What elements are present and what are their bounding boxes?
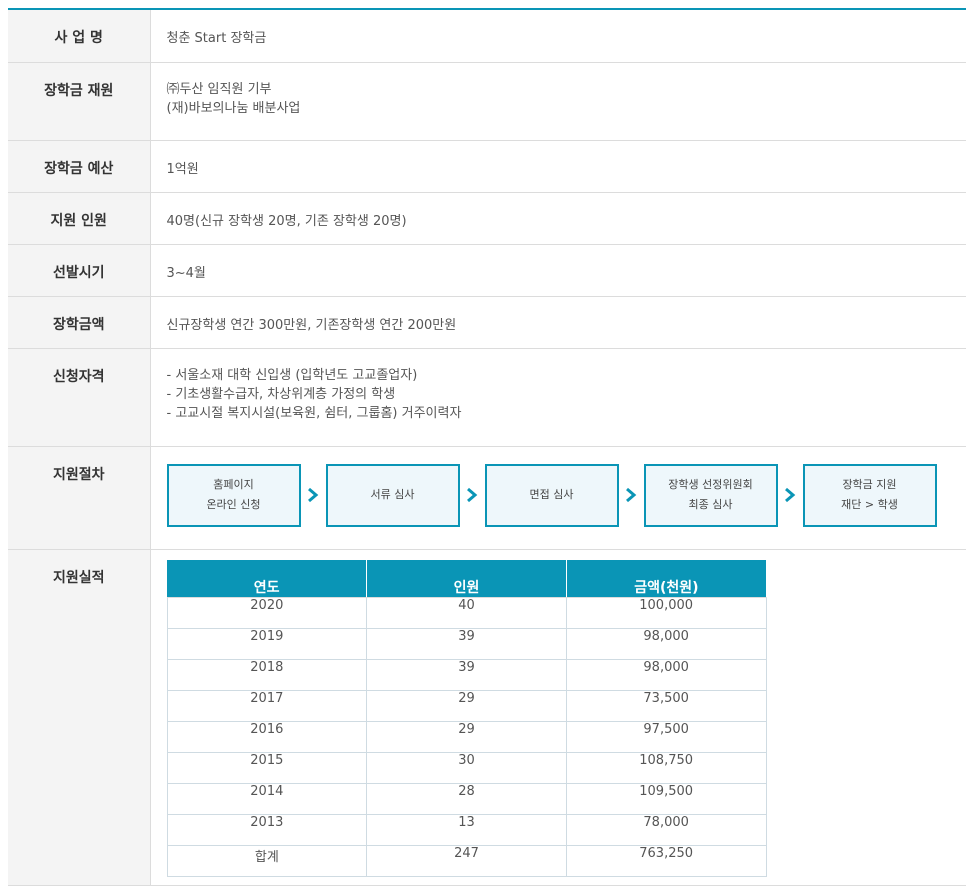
label-amount: 장학금액 <box>8 296 151 349</box>
label-eligibility: 신청자격 <box>8 348 151 447</box>
chevron-right-icon <box>460 487 485 503</box>
cell-amount: 763,250 <box>565 844 767 877</box>
source-line: ㈜두산 임직원 기부 <box>166 81 272 97</box>
results-table: 연도 인원 금액(천원) 2020 40 100,000 2019 39 98,… <box>166 559 767 877</box>
label-procedure: 지원절차 <box>8 446 151 550</box>
label-budget: 장학금 예산 <box>8 140 151 193</box>
cell-count: 29 <box>366 689 567 722</box>
value-amount: 신규장학생 연간 300만원, 기존장학생 연간 200만원 <box>150 296 966 349</box>
chevron-right-icon <box>778 487 803 503</box>
cell-count: 39 <box>366 627 567 660</box>
table-row: 2017 29 73,500 <box>166 689 767 722</box>
cell-year: 2020 <box>166 596 368 629</box>
table-row: 2020 40 100,000 <box>166 596 767 629</box>
table-row: 2013 13 78,000 <box>166 813 767 846</box>
row-recipients: 지원 인원 40명(신규 장학생 20명, 기존 장학생 20명) <box>8 192 966 245</box>
cell-amount: 98,000 <box>565 658 767 691</box>
cell-year: 2018 <box>166 658 368 691</box>
procedure-step-committee: 장학생 선정위원회 최종 심사 <box>643 463 778 527</box>
value-procedure: 홈페이지 온라인 신청 서류 심사 면접 심사 장학생 선정위원회 최종 심사 … <box>150 446 967 550</box>
eligibility-line: - 고교시절 복지시설(보육원, 쉼터, 그룹홈) 거주이력자 <box>166 405 462 421</box>
scholarship-info: 사 업 명 청춘 Start 장학금 장학금 재원 ㈜두산 임직원 기부 (재)… <box>8 8 966 886</box>
row-period: 선발시기 3~4월 <box>8 244 966 297</box>
label-source: 장학금 재원 <box>8 62 151 141</box>
cell-count: 28 <box>366 782 567 815</box>
info-table: 사 업 명 청춘 Start 장학금 장학금 재원 ㈜두산 임직원 기부 (재)… <box>8 8 966 886</box>
value-budget: 1억원 <box>150 140 966 193</box>
cell-year: 2017 <box>166 689 368 722</box>
procedure-step-apply: 홈페이지 온라인 신청 <box>166 463 301 527</box>
row-source: 장학금 재원 ㈜두산 임직원 기부 (재)바보의나눔 배분사업 <box>8 62 966 141</box>
row-eligibility: 신청자격 - 서울소재 대학 신입생 (입학년도 고교졸업자) - 기초생활수급… <box>8 348 966 447</box>
table-row-total: 합계 247 763,250 <box>166 844 767 877</box>
source-line: (재)바보의나눔 배분사업 <box>166 100 301 116</box>
results-header-count: 인원 <box>366 559 567 598</box>
step-text: 재단 > 학생 <box>841 498 898 511</box>
cell-count: 247 <box>366 844 567 877</box>
procedure-steps: 홈페이지 온라인 신청 서류 심사 면접 심사 장학생 선정위원회 최종 심사 … <box>166 463 967 527</box>
cell-count: 39 <box>366 658 567 691</box>
cell-year: 2014 <box>166 782 368 815</box>
eligibility-line: - 기초생활수급자, 차상위계층 가정의 학생 <box>166 386 396 402</box>
cell-count: 40 <box>366 596 567 629</box>
step-text: 면접 심사 <box>529 488 574 501</box>
row-budget: 장학금 예산 1억원 <box>8 140 966 193</box>
table-row: 2016 29 97,500 <box>166 720 767 753</box>
label-recipients: 지원 인원 <box>8 192 151 245</box>
value-recipients: 40명(신규 장학생 20명, 기존 장학생 20명) <box>150 192 966 245</box>
label-period: 선발시기 <box>8 244 151 297</box>
procedure-step-document: 서류 심사 <box>325 463 460 527</box>
value-source: ㈜두산 임직원 기부 (재)바보의나눔 배분사업 <box>150 62 966 141</box>
table-row: 2014 28 109,500 <box>166 782 767 815</box>
procedure-step-interview: 면접 심사 <box>484 463 619 527</box>
row-results: 지원실적 연도 인원 금액(천원) 2020 40 100,000 2019 3… <box>8 549 966 886</box>
step-text: 홈페이지 <box>213 478 254 491</box>
label-name: 사 업 명 <box>8 9 151 63</box>
row-amount: 장학금액 신규장학생 연간 300만원, 기존장학생 연간 200만원 <box>8 296 966 349</box>
row-name: 사 업 명 청춘 Start 장학금 <box>8 9 966 63</box>
value-results: 연도 인원 금액(천원) 2020 40 100,000 2019 39 98,… <box>150 549 966 886</box>
table-row: 2015 30 108,750 <box>166 751 767 784</box>
results-header-amount: 금액(천원) <box>566 559 766 598</box>
cell-count: 29 <box>366 720 567 753</box>
chevron-right-icon <box>301 487 326 503</box>
step-text: 장학생 선정위원회 <box>668 478 753 491</box>
value-name: 청춘 Start 장학금 <box>150 9 966 63</box>
cell-amount: 73,500 <box>565 689 767 722</box>
step-text: 장학금 지원 <box>842 478 897 491</box>
cell-year: 2019 <box>166 627 368 660</box>
procedure-step-payment: 장학금 지원 재단 > 학생 <box>802 463 937 527</box>
results-header-row: 연도 인원 금액(천원) <box>167 559 766 598</box>
eligibility-line: - 서울소재 대학 신입생 (입학년도 고교졸업자) <box>166 367 418 383</box>
cell-count: 30 <box>366 751 567 784</box>
value-eligibility: - 서울소재 대학 신입생 (입학년도 고교졸업자) - 기초생활수급자, 차상… <box>150 348 966 447</box>
table-row: 2018 39 98,000 <box>166 658 767 691</box>
cell-amount: 109,500 <box>565 782 767 815</box>
cell-amount: 108,750 <box>565 751 767 784</box>
step-text: 최종 심사 <box>688 498 733 511</box>
cell-year: 2015 <box>166 751 368 784</box>
row-procedure: 지원절차 홈페이지 온라인 신청 서류 심사 면접 심사 장학생 선정위원회 최… <box>8 446 967 550</box>
value-period: 3~4월 <box>150 244 966 297</box>
step-text: 온라인 신청 <box>206 498 261 511</box>
cell-year: 합계 <box>166 844 368 877</box>
cell-count: 13 <box>366 813 567 846</box>
step-text: 서류 심사 <box>370 488 415 501</box>
cell-amount: 97,500 <box>565 720 767 753</box>
cell-amount: 100,000 <box>565 596 767 629</box>
cell-amount: 98,000 <box>565 627 767 660</box>
cell-year: 2016 <box>166 720 368 753</box>
cell-year: 2013 <box>166 813 368 846</box>
chevron-right-icon <box>619 487 644 503</box>
label-results: 지원실적 <box>8 549 151 886</box>
results-header-year: 연도 <box>167 559 368 598</box>
table-row: 2019 39 98,000 <box>166 627 767 660</box>
cell-amount: 78,000 <box>565 813 767 846</box>
